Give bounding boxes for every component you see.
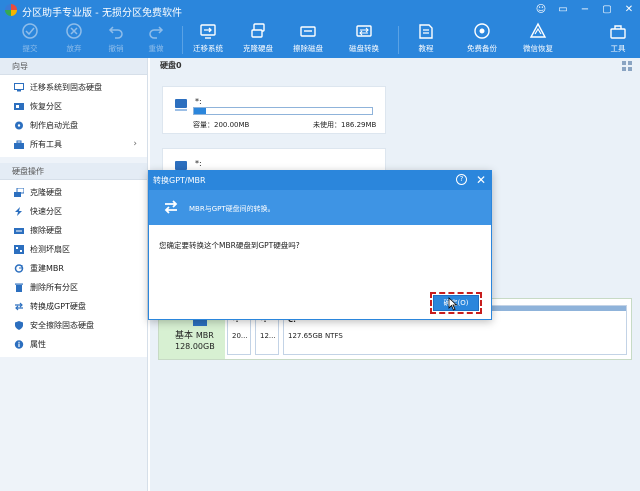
close-button[interactable]: ✕ — [622, 3, 636, 17]
delete-icon — [15, 283, 23, 292]
grid-view-icon[interactable] — [622, 61, 632, 71]
redo-button[interactable]: 重做 — [134, 22, 178, 58]
sidebar-item-migrate-ssd[interactable]: 迁移系统到固态硬盘 — [0, 78, 147, 97]
disk-ops-section-header: 硬盘操作 — [0, 163, 147, 180]
dialog-close-icon[interactable]: ✕ — [476, 172, 486, 188]
sidebar-item-properties[interactable]: 属性 — [0, 335, 147, 354]
menu-icon[interactable]: ▭ — [556, 3, 570, 17]
book-icon — [419, 24, 433, 39]
wizard-section-header: 向导 — [0, 58, 147, 75]
mouse-cursor-icon — [448, 297, 458, 311]
chevron-right-icon: › — [133, 139, 137, 149]
info-icon — [14, 340, 24, 349]
discard-button[interactable]: 放弃 — [52, 22, 96, 58]
drive-icon — [175, 161, 187, 173]
disk-convert-button[interactable]: 磁盘转换 — [342, 22, 386, 58]
clone-disk-button[interactable]: 克隆硬盘 — [236, 22, 280, 58]
disk-size: 128.00GB — [175, 342, 215, 351]
wipe-disk-icon — [300, 26, 316, 37]
wechat-recovery-button[interactable]: 微信恢复 — [516, 22, 560, 58]
convert-dialog: 转换GPT/MBR ? ✕ MBR与GPT硬盘间的转换。 您确定要转换这个MBR… — [148, 170, 492, 320]
unused-text: 未使用：186.29MB — [313, 121, 377, 129]
wizard-list: 迁移系统到固态硬盘 恢复分区 制作启动光盘 所有工具 › — [0, 75, 147, 157]
sidebar-item-secure-erase-ssd[interactable]: 安全擦除固态硬盘 — [0, 316, 147, 335]
title-bar: 分区助手专业版 - 无损分区免费软件 ☺ ▭ − ▢ ✕ — [0, 0, 640, 20]
sidebar-item-delete-all-partitions[interactable]: 删除所有分区 — [0, 278, 147, 297]
dialog-title: 转换GPT/MBR — [153, 176, 206, 185]
sidebar-item-clone-disk[interactable]: 克隆硬盘 — [0, 183, 147, 202]
wipe-icon — [14, 228, 24, 234]
usage-bar — [193, 107, 373, 115]
shield-icon — [15, 321, 23, 330]
toolbar-separator — [182, 26, 183, 54]
maximize-button[interactable]: ▢ — [600, 3, 614, 17]
usage-fill — [194, 108, 207, 114]
convert-icon — [164, 200, 178, 214]
lightning-icon — [15, 207, 22, 216]
sidebar-item-wipe-disk[interactable]: 擦除硬盘 — [0, 221, 147, 240]
backup-icon — [474, 23, 490, 39]
sidebar-item-rebuild-mbr[interactable]: 重建MBR — [0, 259, 147, 278]
commit-button[interactable]: 提交 — [8, 22, 52, 58]
top-bar: 分区助手专业版 - 无损分区免费软件 ☺ ▭ − ▢ ✕ 提交 放弃 撤销 重做 — [0, 0, 640, 58]
window-controls: ☺ ▭ − ▢ ✕ — [534, 3, 636, 17]
feedback-icon[interactable]: ☺ — [534, 3, 548, 17]
discard-icon — [66, 23, 82, 39]
clone-icon — [14, 188, 24, 197]
toolbar: 提交 放弃 撤销 重做 迁移系统 克隆硬盘 擦除磁盘 磁盘转换 教程 免费备份 … — [0, 20, 640, 58]
tools-icon — [14, 140, 24, 149]
tutorial-button[interactable]: 教程 — [404, 22, 448, 58]
toolbar-separator — [398, 26, 399, 54]
free-backup-button[interactable]: 免费备份 — [460, 22, 504, 58]
disk-type: 基本 MBR — [175, 331, 214, 341]
app-logo-icon — [5, 4, 17, 16]
migrate-icon — [14, 83, 24, 92]
sidebar-item-restore-partition[interactable]: 恢复分区 — [0, 97, 147, 116]
redo-icon — [149, 26, 164, 39]
clone-disk-icon — [251, 23, 265, 38]
disk-convert-icon — [356, 25, 372, 37]
sidebar-item-check-bad-sectors[interactable]: 检测坏扇区 — [0, 240, 147, 259]
disk-header: 硬盘0 — [160, 61, 182, 70]
migrate-icon — [200, 24, 216, 39]
undo-icon — [108, 26, 123, 39]
dialog-banner-text: MBR与GPT硬盘间的转换。 — [189, 205, 275, 213]
dialog-message: 您确定要转换这个MBR硬盘到GPT硬盘吗? — [159, 241, 300, 250]
rebuild-icon — [14, 264, 24, 273]
restore-icon — [14, 103, 24, 110]
sidebar-item-all-tools[interactable]: 所有工具 › — [0, 135, 147, 154]
recovery-icon — [529, 22, 547, 38]
toolbox-icon — [610, 25, 626, 39]
dialog-title-bar: 转换GPT/MBR ? ✕ — [149, 171, 491, 190]
window-title: 分区助手专业版 - 无损分区免费软件 — [22, 8, 182, 19]
bootdisk-icon — [15, 121, 23, 130]
convert-icon — [15, 302, 23, 311]
migrate-os-button[interactable]: 迁移系统 — [186, 22, 230, 58]
dialog-banner: MBR与GPT硬盘间的转换。 — [149, 190, 491, 225]
help-icon[interactable]: ? — [456, 174, 467, 185]
minimize-button[interactable]: − — [578, 3, 592, 17]
sidebar-item-quick-partition[interactable]: 快速分区 — [0, 202, 147, 221]
drive-icon — [193, 319, 207, 326]
disk-ops-list: 克隆硬盘 快速分区 擦除硬盘 检测坏扇区 重建MBR 删除所有分区 转换成GPT… — [0, 180, 147, 357]
capacity-text: 容量：200.00MB — [193, 121, 250, 129]
drive-icon — [175, 99, 187, 111]
sidebar: 向导 迁移系统到固态硬盘 恢复分区 制作启动光盘 所有工具 › 硬盘操作 克隆硬… — [0, 58, 148, 491]
commit-icon — [22, 23, 38, 39]
undo-button[interactable]: 撤销 — [94, 22, 138, 58]
partition-card[interactable]: *: 容量：200.00MB 未使用：186.29MB — [162, 86, 386, 134]
sidebar-item-boot-disk[interactable]: 制作启动光盘 — [0, 116, 147, 135]
scan-icon — [14, 245, 24, 254]
sidebar-item-convert-gpt[interactable]: 转换成GPT硬盘 — [0, 297, 147, 316]
wipe-disk-button[interactable]: 擦除磁盘 — [286, 22, 330, 58]
tools-button[interactable]: 工具 — [598, 22, 638, 58]
